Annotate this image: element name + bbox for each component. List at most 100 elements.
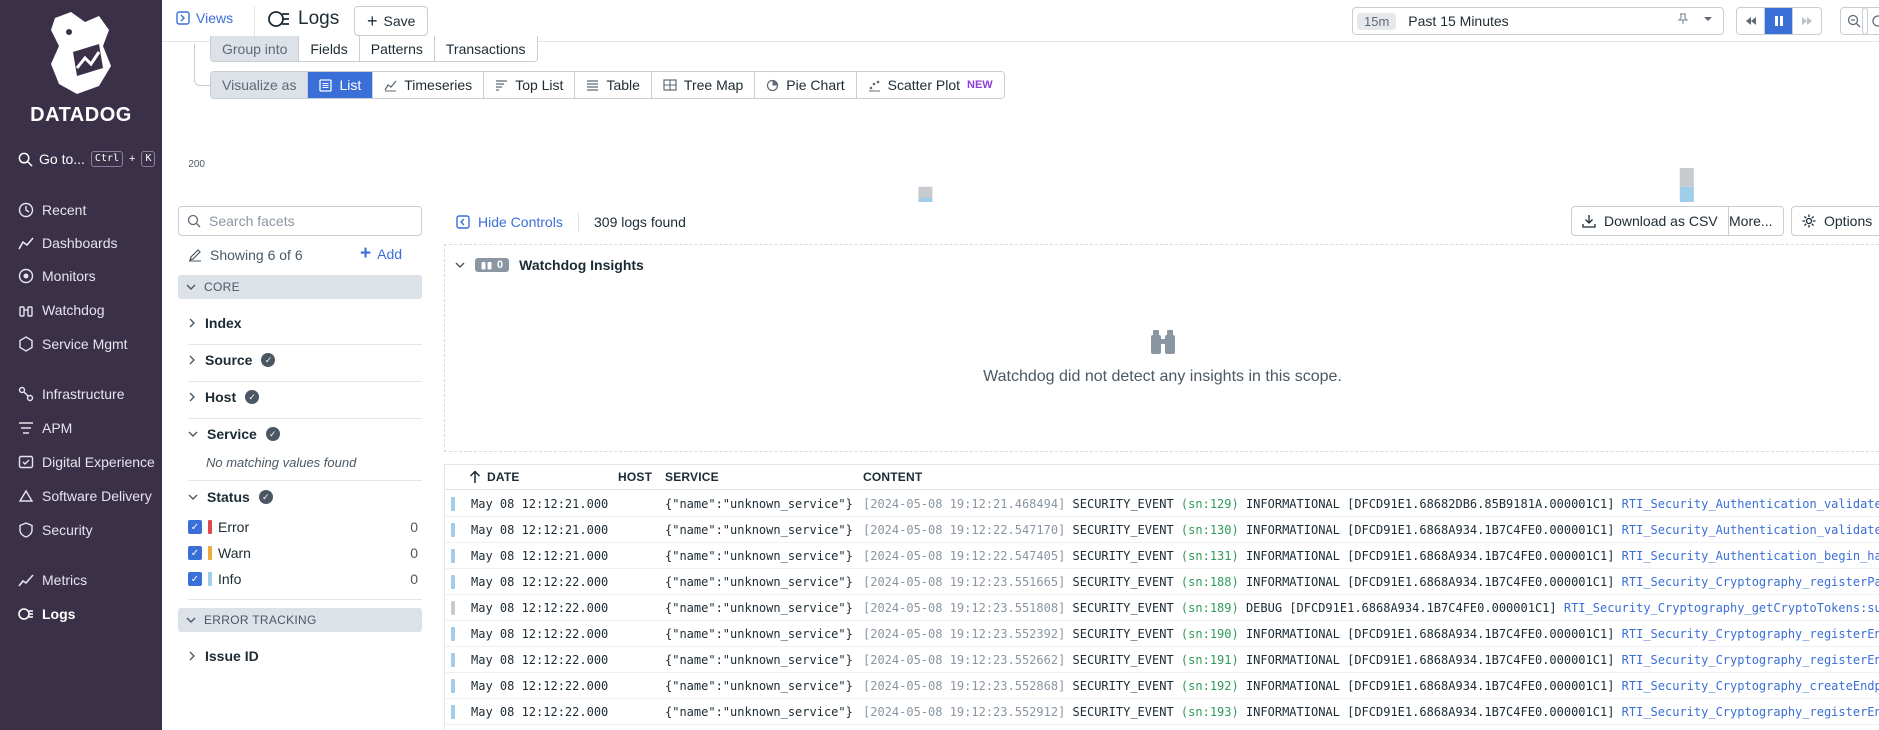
sidebar-item-recent[interactable]: Recent xyxy=(18,199,158,221)
datadog-logo[interactable] xyxy=(0,8,162,103)
log-date: May 08 12:12:22.000 xyxy=(471,653,609,667)
chevron-right-icon xyxy=(189,392,195,402)
log-row[interactable]: May 08 12:12:22.000{"name":"unknown_serv… xyxy=(444,595,1879,621)
log-row[interactable]: May 08 12:12:21.000 {"name":"unknown_serv… xyxy=(444,543,1879,569)
group-option-patterns[interactable]: Patterns xyxy=(359,36,435,61)
sidebar-item-digital-experience[interactable]: Digital Experience xyxy=(18,451,158,473)
search-facets-input[interactable]: Search facets xyxy=(178,206,422,236)
sidebar-item-dashboards[interactable]: Dashboards xyxy=(18,232,158,254)
pencil-icon[interactable] xyxy=(188,248,202,262)
visualize-option-pie-chart[interactable]: Pie Chart xyxy=(755,72,857,98)
pause-button[interactable] xyxy=(1765,8,1793,34)
sidebar-item-metrics[interactable]: Metrics xyxy=(18,569,158,591)
refresh-button[interactable] xyxy=(1862,7,1879,35)
group-option-transactions[interactable]: Transactions xyxy=(434,36,537,61)
service-icon xyxy=(19,336,33,352)
refresh-icon xyxy=(1871,15,1879,27)
checkbox-checked[interactable]: ✓ xyxy=(188,546,202,560)
sidebar-item-monitors[interactable]: Monitors xyxy=(18,265,158,287)
visualize-option-top-list[interactable]: Top List xyxy=(484,72,576,98)
hide-controls-button[interactable]: Hide Controls xyxy=(456,214,563,230)
facet-source[interactable]: Source ✓ xyxy=(188,352,276,368)
log-row[interactable]: May 08 12:12:22.000{"name":"unknown_serv… xyxy=(444,699,1879,725)
column-date[interactable]: DATE xyxy=(469,470,520,484)
log-event-type: SECURITY_EVENT xyxy=(1072,679,1174,693)
group-option-fields[interactable]: Fields xyxy=(299,36,360,61)
log-row[interactable]: May 08 12:12:22.000{"name":"unknown_serv… xyxy=(444,569,1879,595)
sidebar-item-logs[interactable]: Logs xyxy=(18,603,158,625)
log-timestamp: [2024-05-08 19:12:23.552912] xyxy=(863,705,1066,719)
sidebar-item-watchdog[interactable]: Watchdog xyxy=(18,299,158,321)
download-csv-label: Download as CSV xyxy=(1604,213,1718,229)
facet-section-core[interactable]: CORE xyxy=(178,275,422,299)
save-button[interactable]: + Save xyxy=(354,6,429,36)
checkbox-checked[interactable]: ✓ xyxy=(188,572,202,586)
status-filter-error[interactable]: ✓ Error 0 xyxy=(188,517,418,537)
log-severity: INFORMATIONAL xyxy=(1245,497,1340,511)
sidebar-item-label: APM xyxy=(42,420,73,436)
log-timestamp: [2024-05-08 19:12:23.551808] xyxy=(863,601,1066,615)
chevron-down-icon[interactable] xyxy=(1703,14,1713,24)
facet-section-error-tracking[interactable]: ERROR TRACKING xyxy=(178,608,422,632)
column-content[interactable]: CONTENT xyxy=(863,470,922,484)
facet-status[interactable]: Status ✓ xyxy=(188,489,273,505)
sidebar-item-apm[interactable]: APM xyxy=(18,417,158,439)
sidebar-item-service-mgmt[interactable]: Service Mgmt xyxy=(18,333,158,355)
log-timestamp: [2024-05-08 19:12:23.551665] xyxy=(863,575,1066,589)
hide-controls-label: Hide Controls xyxy=(478,214,563,230)
watchdog-insights-header[interactable]: 0 Watchdog Insights xyxy=(455,257,644,273)
views-button[interactable]: Views xyxy=(176,10,233,26)
log-row[interactable]: May 08 12:12:22.000{"name":"unknown_serv… xyxy=(444,673,1879,699)
visualize-option-label: Table xyxy=(606,77,640,93)
search-facets-placeholder: Search facets xyxy=(209,213,295,229)
sidebar-item-security[interactable]: Security xyxy=(18,519,158,541)
status-color-swatch xyxy=(208,572,212,586)
options-button[interactable]: Options xyxy=(1791,206,1879,236)
visualize-option-label: Scatter Plot xyxy=(887,77,961,93)
facet-issue-id[interactable]: Issue ID xyxy=(188,648,259,664)
download-csv-button[interactable]: Download as CSV xyxy=(1571,206,1729,236)
visualize-option-scatter-plot[interactable]: Scatter Plot NEW xyxy=(856,72,1004,98)
facet-service[interactable]: Service ✓ xyxy=(188,426,280,442)
sidebar-item-software-delivery[interactable]: Software Delivery xyxy=(18,485,158,507)
plus-icon: + xyxy=(360,243,372,264)
visualize-option-timeseries[interactable]: Timeseries xyxy=(373,72,485,98)
histogram-bar-info xyxy=(918,198,933,202)
status-filter-warn[interactable]: ✓ Warn 0 xyxy=(188,543,418,563)
log-level-indicator xyxy=(451,627,455,641)
log-volume-histogram[interactable]: 200012:0612:0712:0812:0912:1012:1112:121… xyxy=(162,112,1879,202)
sidebar-item-label: Service Mgmt xyxy=(42,336,128,352)
log-service: {"name":"unknown_service"} xyxy=(665,523,853,537)
sidebar-item-infrastructure[interactable]: Infrastructure xyxy=(18,383,158,405)
pin-icon[interactable] xyxy=(1677,13,1689,25)
hide-panel-icon xyxy=(456,215,470,229)
status-filter-info[interactable]: ✓ Info 0 xyxy=(188,569,418,589)
visualize-option-tree-map[interactable]: Tree Map xyxy=(651,72,756,98)
metrics-icon xyxy=(18,574,34,587)
log-row[interactable]: May 08 12:12:22.000{"name":"unknown_serv… xyxy=(444,621,1879,647)
log-row[interactable]: May 08 12:12:21.000 {"name":"unknown_serv… xyxy=(444,491,1879,517)
log-row[interactable]: May 08 12:12:21.000 {"name":"unknown_serv… xyxy=(444,517,1879,543)
add-facet-button[interactable]: + Add xyxy=(360,243,402,264)
checkbox-checked[interactable]: ✓ xyxy=(188,520,202,534)
log-guid: [DFCD91E1.6868A934.1B7C4FE0.000001C1] xyxy=(1347,653,1615,667)
column-service[interactable]: SERVICE xyxy=(665,470,719,484)
rewind-button[interactable] xyxy=(1737,8,1765,34)
log-row[interactable]: May 08 12:12:22.000{"name":"unknown_serv… xyxy=(444,647,1879,673)
fast-forward-button[interactable] xyxy=(1793,8,1821,34)
goto-search[interactable]: Go to... Ctrl + K xyxy=(18,151,156,167)
visualize-option-table[interactable]: Table xyxy=(575,72,652,98)
visualize-option-list[interactable]: List xyxy=(308,72,374,98)
save-label: Save xyxy=(383,13,416,29)
facet-host[interactable]: Host ✓ xyxy=(188,389,260,405)
facet-index[interactable]: Index xyxy=(188,315,242,331)
more-button[interactable]: More... xyxy=(1719,206,1784,236)
time-range-selector[interactable]: 15m Past 15 Minutes xyxy=(1352,7,1724,35)
log-row[interactable]: May 08 12:12:22.000{"name":"unknown_serv… xyxy=(444,725,1879,730)
log-service: {"name":"unknown_service"} xyxy=(665,627,853,641)
visualize-as-bar: Visualize as List Timeseries Top List Ta… xyxy=(210,71,1005,99)
insights-count: 0 xyxy=(497,259,504,271)
chevron-right-icon xyxy=(189,651,195,661)
log-level-indicator xyxy=(451,549,455,563)
column-host[interactable]: HOST xyxy=(618,470,652,484)
